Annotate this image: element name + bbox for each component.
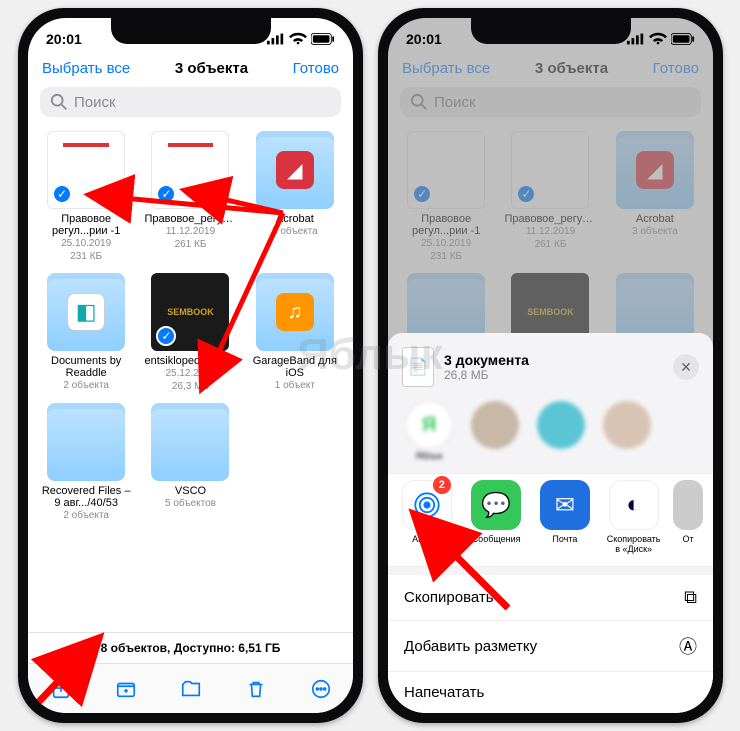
search-input[interactable]: Поиск <box>40 87 341 117</box>
status-time: 20:01 <box>46 31 82 47</box>
file-item[interactable]: ✓ Правовое регул...рии -1 25.10.2019231 … <box>36 131 136 269</box>
file-name: Правовое_регулиро...еской <box>144 213 236 225</box>
file-name: Правовое регул...рии -1 <box>40 213 132 237</box>
sheet-subtitle: 26,8 МБ <box>444 368 529 382</box>
app-disk[interactable]: ◐Скопировать в «Диск» <box>604 480 663 554</box>
close-button[interactable]: ✕ <box>673 354 699 380</box>
done-button[interactable]: Готово <box>293 60 339 77</box>
footer-status: 8 объектов, Доступно: 6,51 ГБ <box>28 632 353 663</box>
folder-item[interactable]: VSCO 5 объектов <box>140 403 240 528</box>
copy-icon: ⧉ <box>684 587 697 608</box>
file-name: Acrobat <box>249 213 341 225</box>
trash-button[interactable] <box>243 676 269 702</box>
nav-title: 3 объекта <box>175 60 248 77</box>
search-icon <box>50 93 68 111</box>
notch <box>111 18 271 44</box>
airdrop-contacts: ЯЯблык <box>388 397 713 473</box>
action-print[interactable]: Напечатать <box>388 672 713 713</box>
folder-item[interactable]: ◧ Documents by Readdle 2 объекта <box>36 273 136 399</box>
share-button[interactable] <box>48 676 74 702</box>
files-grid: ✓ Правовое регул...рии -1 25.10.2019231 … <box>28 123 353 528</box>
status-icons <box>267 30 335 48</box>
select-all-button[interactable]: Выбрать все <box>42 60 130 77</box>
action-copy[interactable]: Скопировать⧉ <box>388 575 713 621</box>
selected-checkmark-icon: ✓ <box>156 184 176 204</box>
acrobat-icon: ◢ <box>276 151 314 189</box>
mail-icon: ✉ <box>540 480 590 530</box>
action-list: Скопировать⧉ Добавить разметкуⒶ Напечата… <box>388 575 713 713</box>
markup-icon: Ⓐ <box>679 633 697 659</box>
action-markup[interactable]: Добавить разметкуⒶ <box>388 621 713 672</box>
messages-icon: 💬 <box>471 480 521 530</box>
badge: 2 <box>433 476 451 494</box>
wifi-icon <box>289 30 307 48</box>
file-name: Recovered Files – 9 авг.../40/53 <box>40 485 132 509</box>
file-item[interactable]: ✓ Правовое_регулиро...еской 11.12.201926… <box>140 131 240 269</box>
app-more[interactable]: От <box>673 480 703 554</box>
avatar: Я <box>405 401 453 449</box>
selected-checkmark-icon: ✓ <box>52 184 72 204</box>
selected-checkmark-icon: ✓ <box>156 326 176 346</box>
app-airdrop[interactable]: 2 AirDrop <box>398 480 457 554</box>
file-name: entsiklopediya_poisko...heniya <box>144 355 236 367</box>
documents-icon: ◧ <box>67 293 105 331</box>
file-name: VSCO <box>144 485 236 497</box>
more-button[interactable] <box>308 676 334 702</box>
battery-icon <box>311 30 335 48</box>
folder-item[interactable]: Recovered Files – 9 авг.../40/53 2 объек… <box>36 403 136 528</box>
move-button[interactable] <box>178 676 204 702</box>
sheet-title: 3 документа <box>444 352 529 368</box>
contact-item[interactable]: ЯЯблык <box>402 401 456 461</box>
yandex-disk-icon: ◐ <box>609 480 659 530</box>
navbar: Выбрать все 3 объекта Готово <box>28 54 353 81</box>
share-sheet: 📄 3 документа 26,8 МБ ✕ ЯЯблык 2 <box>388 333 713 713</box>
file-item[interactable]: SEMBOOK✓ entsiklopediya_poisko...heniya … <box>140 273 240 399</box>
garageband-icon: ♫ <box>276 293 314 331</box>
search-placeholder: Поиск <box>74 94 116 111</box>
new-folder-button[interactable] <box>113 676 139 702</box>
folder-item[interactable]: ◢ Acrobat 3 объекта <box>245 131 345 269</box>
share-apps: 2 AirDrop 💬Сообщения ✉Почта ◐Скопировать… <box>388 473 713 567</box>
app-messages[interactable]: 💬Сообщения <box>467 480 526 554</box>
bottom-toolbar <box>28 663 353 713</box>
app-mail[interactable]: ✉Почта <box>536 480 595 554</box>
watermark: Яблык <box>297 330 442 380</box>
notch <box>471 18 631 44</box>
file-name: Documents by Readdle <box>40 355 132 379</box>
